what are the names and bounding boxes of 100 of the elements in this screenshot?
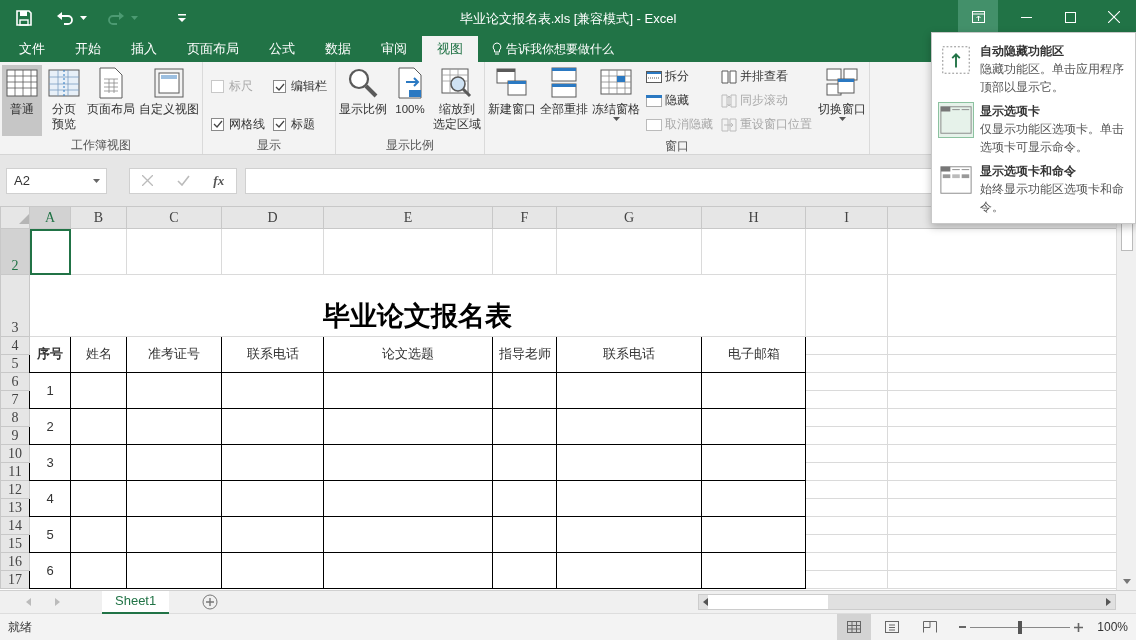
ribbon-tab[interactable]: 页面布局 [172,36,254,62]
ribbon-display-icon [971,11,985,23]
ribbon-tab[interactable]: 文件 [4,36,60,62]
checkbox[interactable]: 编辑栏 [273,75,327,99]
column-header[interactable]: G [556,206,702,229]
arrange-all-icon [548,67,580,99]
ribbon-tab[interactable]: 审阅 [366,36,422,62]
column-header[interactable]: F [492,206,557,229]
menu-item-title[interactable]: 显示选项卡 [980,102,1129,120]
ribbon-button[interactable]: 自定义视图 [138,65,200,136]
row-header[interactable]: 3 [0,274,30,337]
insert-function-button[interactable]: fx [213,170,225,191]
ribbon-button[interactable]: 全部重排 [539,65,589,137]
row-header[interactable]: 2 [0,228,30,275]
ribbon-tab[interactable]: 公式 [254,36,310,62]
checkmark-icon [212,120,223,129]
zoom-slider[interactable] [1018,620,1023,634]
menu-item-description: 始终显示功能区选项卡和命令。 [980,181,1125,216]
menu-item-title[interactable]: 显示选项卡和命令 [980,162,1129,180]
zoom-percent[interactable]: 100% [1097,618,1128,636]
new-window-icon [496,67,528,99]
menu-item-title[interactable]: 自动隐藏功能区 [980,42,1129,60]
ribbon-tab[interactable]: 插入 [116,36,172,62]
unhide-window-icon [646,117,662,133]
group-label: 显示 [256,137,282,154]
status-text: 就绪 [8,619,32,636]
column-heading: 指导老师 [492,336,557,373]
menu-item-description: 隐藏功能区。单击应用程序顶部以显示它。 [980,61,1125,96]
ribbon-button[interactable]: 并排查看 [721,67,812,87]
checkmark-icon [274,120,285,129]
column-heading: 论文选题 [323,336,493,373]
ribbon-button[interactable]: 隐藏 [646,91,713,111]
custom-view-icon [153,67,185,99]
undo-icon[interactable] [56,11,74,25]
column-heading: 联系电话 [221,336,324,373]
group-label: 显示比例 [385,137,435,154]
zoom-selection-icon [441,67,473,99]
ribbon-button[interactable]: 分页 预览 [44,65,84,136]
ribbon-button[interactable]: 新建窗口 [487,65,537,137]
sheet-title: 毕业论文报名表 [29,274,806,337]
scroll-down-icon[interactable] [1122,579,1131,584]
add-sheet-icon[interactable] [202,594,219,610]
caret-icon [93,178,100,183]
column-heading: 电子邮箱 [701,336,806,373]
column-heading: 姓名 [70,336,127,373]
checkmark-icon [274,82,285,91]
column-header[interactable]: H [701,206,806,229]
group-label: 窗口 [664,138,690,155]
ribbon-button[interactable]: 冻结窗格 [591,65,641,137]
split-icon [646,69,662,85]
scroll-thumb[interactable] [708,595,828,609]
magnifier-icon [347,67,379,99]
column-header[interactable]: A [29,206,71,229]
name-box[interactable]: A2 [6,167,107,194]
ribbon-button[interactable]: 拆分 [646,67,713,87]
group-label: 工作簿视图 [70,137,132,154]
save-icon[interactable] [16,10,32,26]
grid-view-icon [6,67,38,99]
active-cell[interactable] [29,228,71,275]
column-header[interactable]: D [221,206,324,229]
column-header[interactable]: I [805,206,888,229]
corner-triangle-icon [19,213,29,224]
caret-icon[interactable] [80,16,87,20]
scroll-thumb[interactable] [1120,223,1133,251]
sheet-tab[interactable]: Sheet1 [102,590,170,614]
column-header[interactable]: C [126,206,222,229]
lightbulb-icon [492,42,502,56]
reset-position-icon [721,117,737,133]
column-heading: 联系电话 [556,336,702,373]
ribbon-button[interactable]: 页面布局 [86,65,136,136]
view-button[interactable] [837,613,872,640]
menu-item-description: 仅显示功能区选项卡。单击选项卡可显示命令。 [980,121,1125,156]
column-heading: 准考证号 [126,336,222,373]
sync-scroll-icon [721,93,737,109]
page-break-icon [48,67,80,99]
scroll-right-icon[interactable] [1106,598,1111,606]
column-header[interactable]: B [70,206,127,229]
page-break-view-icon [923,621,938,633]
page-layout-view-icon [885,621,900,633]
column-header[interactable]: E [323,206,493,229]
ribbon-button[interactable]: 显示比例 [338,65,388,136]
checkbox[interactable]: 标题 [273,112,327,136]
checkbox[interactable]: 网格线 [211,112,265,136]
customize-icon[interactable] [178,14,186,22]
tell-me-search[interactable]: 告诉我你想要做什么 [506,40,614,58]
ribbon-button[interactable]: 普通 [2,65,42,136]
ribbon-tab[interactable]: 数据 [310,36,366,62]
ribbon-button[interactable]: 100% [390,65,430,136]
minimize-icon [1020,16,1032,18]
ribbon-button[interactable]: 缩放到 选定区域 [432,65,482,136]
maximize-icon [1064,11,1076,23]
zoom-in-icon[interactable] [1074,622,1084,632]
window-title: 毕业论文报名表.xls [兼容模式] - Excel [458,10,678,28]
normal-view-icon [847,621,862,633]
ribbon-tab[interactable]: 开始 [60,36,116,62]
close-icon [1108,11,1120,23]
side-by-side-icon [721,69,737,85]
ribbon-tab[interactable]: 视图 [422,36,478,62]
ribbon-display-options-button[interactable] [958,0,998,34]
ribbon-button[interactable]: 切换窗口 [817,65,867,137]
